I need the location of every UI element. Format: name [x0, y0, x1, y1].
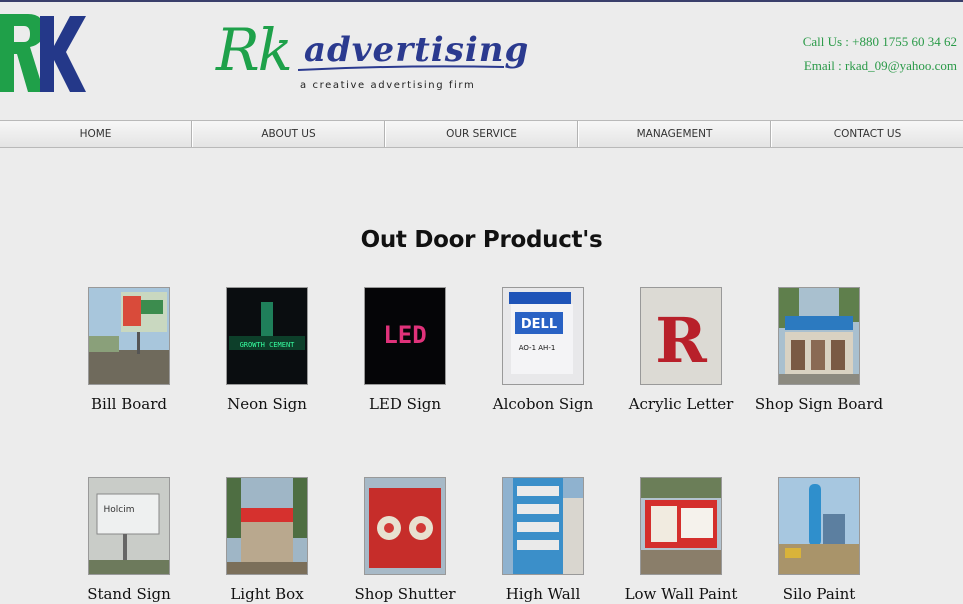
product-card[interactable]: Shop Shutter — [336, 477, 474, 604]
email-text[interactable]: Email : rkad_09@yahoo.com — [803, 54, 957, 78]
product-label[interactable]: Alcobon Sign — [474, 391, 612, 418]
product-label[interactable]: Acrylic Letter — [612, 391, 750, 418]
light-box-photo-icon[interactable] — [226, 477, 308, 575]
product-label[interactable]: Shop Shutter — [336, 581, 474, 604]
product-label[interactable]: Light Box — [198, 581, 336, 604]
low-wall-photo-icon[interactable] — [640, 477, 722, 575]
brand-logo[interactable]: Rk advertising a creative advertising fi… — [214, 16, 528, 100]
silo-paint-photo-icon[interactable] — [778, 477, 860, 575]
nav-about-us[interactable]: ABOUT US — [192, 121, 385, 147]
product-card[interactable]: Shop Sign Board — [750, 287, 888, 418]
site-header: Rk advertising a creative advertising fi… — [0, 2, 963, 120]
shop-sign-photo-icon[interactable] — [778, 287, 860, 385]
product-label[interactable]: High Wall — [474, 581, 612, 604]
product-label[interactable]: Stand Sign — [60, 581, 198, 604]
product-card[interactable]: High Wall — [474, 477, 612, 604]
svg-text:GROWTH CEMENT: GROWTH CEMENT — [240, 341, 296, 349]
product-card[interactable]: Bill Board — [60, 287, 198, 418]
shop-shutter-photo-icon[interactable] — [364, 477, 446, 575]
neon-sign-photo-icon[interactable]: GROWTH CEMENT — [226, 287, 308, 385]
product-card[interactable]: DELL AO-1 AH-1 Alcobon Sign — [474, 287, 612, 418]
product-label[interactable]: Bill Board — [60, 391, 198, 418]
nav-home[interactable]: HOME — [0, 121, 192, 147]
contact-info: Call Us : +880 1755 60 34 62 Email : rka… — [803, 30, 957, 78]
product-label[interactable]: Silo Paint — [750, 581, 888, 604]
product-card[interactable]: Light Box — [198, 477, 336, 604]
nav-our-service[interactable]: OUR SERVICE — [385, 121, 578, 147]
svg-text:Holcim: Holcim — [104, 505, 135, 515]
call-us-text: Call Us : +880 1755 60 34 62 — [802, 34, 957, 49]
product-card[interactable]: LED LED Sign — [336, 287, 474, 418]
rk-logo-mark[interactable] — [0, 14, 86, 94]
product-card[interactable]: GROWTH CEMENT Neon Sign — [198, 287, 336, 418]
acrylic-letter-photo-icon[interactable]: R — [640, 287, 722, 385]
product-label[interactable]: Low Wall Paint — [612, 581, 750, 604]
product-label[interactable]: Neon Sign — [198, 391, 336, 418]
section-title: Out Door Product's — [360, 227, 603, 253]
svg-text:R: R — [655, 304, 707, 377]
brand-rk-text: Rk — [216, 16, 293, 84]
alcobon-sign-photo-icon[interactable]: DELL AO-1 AH-1 — [502, 287, 584, 385]
main-nav: HOME ABOUT US OUR SERVICE MANAGEMENT CON… — [0, 120, 963, 148]
led-sign-photo-icon[interactable]: LED — [364, 287, 446, 385]
product-label[interactable]: LED Sign — [336, 391, 474, 418]
svg-text:DELL: DELL — [521, 317, 557, 332]
product-card[interactable]: R Acrylic Letter — [612, 287, 750, 418]
stand-sign-photo-icon[interactable]: Holcim — [88, 477, 170, 575]
nav-management[interactable]: MANAGEMENT — [578, 121, 771, 147]
brand-swoosh-icon — [298, 65, 504, 71]
billboard-photo-icon[interactable] — [88, 287, 170, 385]
svg-text:AO-1 AH-1: AO-1 AH-1 — [519, 344, 556, 352]
nav-contact-us[interactable]: CONTACT US — [771, 121, 963, 147]
rk-logo-icon — [0, 14, 86, 92]
product-label[interactable]: Shop Sign Board — [750, 391, 888, 418]
product-card[interactable]: Holcim Stand Sign — [60, 477, 198, 604]
product-card[interactable]: Low Wall Paint — [612, 477, 750, 604]
svg-text:LED: LED — [383, 321, 426, 349]
high-wall-photo-icon[interactable] — [502, 477, 584, 575]
brand-tagline: a creative advertising firm — [300, 80, 476, 91]
product-card[interactable]: Silo Paint — [750, 477, 888, 604]
